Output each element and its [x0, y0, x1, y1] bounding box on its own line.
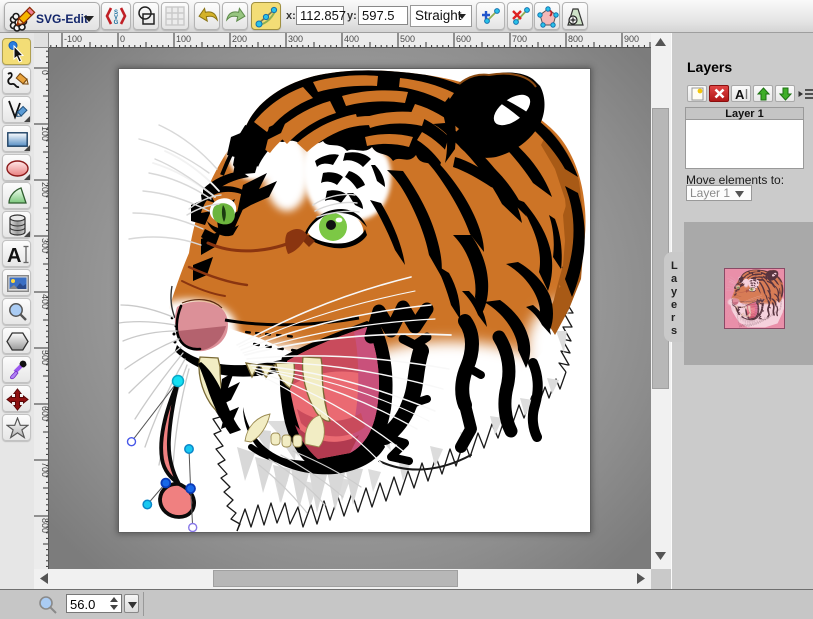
- svg-text:400: 400: [344, 34, 359, 44]
- svg-text:A: A: [735, 87, 745, 101]
- svg-text:100: 100: [176, 34, 191, 44]
- svg-text:G: G: [114, 20, 119, 26]
- svg-text:300: 300: [288, 34, 303, 44]
- svg-text:200: 200: [232, 34, 247, 44]
- svg-text:900: 900: [624, 34, 639, 44]
- svg-text:700: 700: [40, 462, 49, 477]
- svg-text:600: 600: [40, 406, 49, 421]
- svg-text:A: A: [7, 245, 21, 266]
- svg-text:800: 800: [40, 518, 49, 533]
- svg-text:700: 700: [512, 34, 527, 44]
- svg-text:800: 800: [568, 34, 583, 44]
- svg-text:500: 500: [40, 350, 49, 365]
- svg-text:200: 200: [40, 182, 49, 197]
- svg-text:100: 100: [40, 126, 49, 141]
- svg-text:0: 0: [120, 34, 125, 44]
- svg-text:400: 400: [40, 294, 49, 309]
- svg-text:0: 0: [40, 70, 49, 75]
- svg-text:600: 600: [456, 34, 471, 44]
- svg-text:500: 500: [400, 34, 415, 44]
- svg-text:-100: -100: [64, 34, 82, 44]
- svg-text:300: 300: [40, 238, 49, 253]
